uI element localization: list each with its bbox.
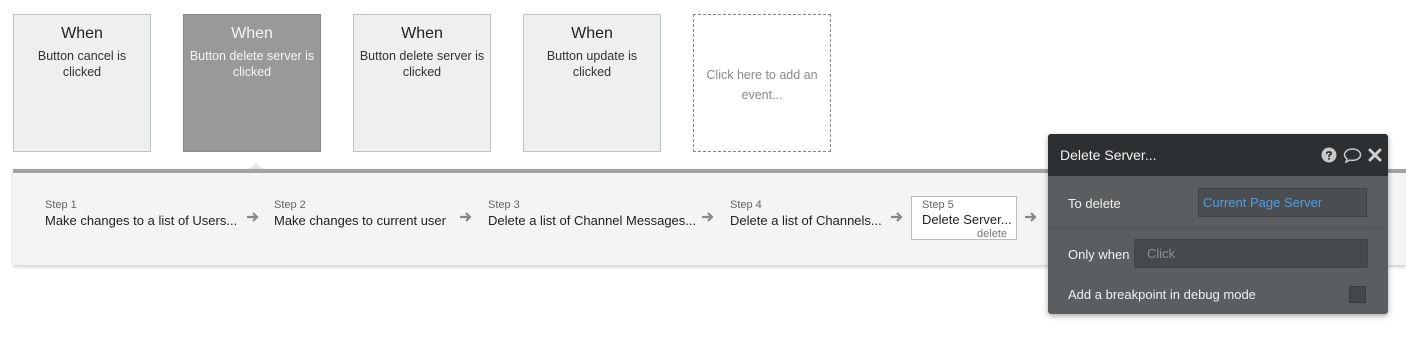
event-when-label: When [61, 25, 103, 42]
arrow-right-icon [1025, 212, 1037, 222]
divider [1048, 228, 1388, 229]
event-description: Button cancel is clicked [37, 49, 127, 79]
event-when-label: When [571, 25, 613, 42]
add-event-button[interactable]: Click here to add an event... [693, 14, 831, 152]
event-card-delete-server[interactable]: When Button delete server is clicked [353, 14, 491, 152]
step-2[interactable]: Step 2 Make changes to current user [274, 199, 446, 228]
breakpoint-checkbox[interactable] [1349, 286, 1366, 303]
event-description: Button update is clicked [546, 49, 638, 79]
step-action-tag: delete [977, 228, 1007, 240]
step-number: Step 1 [45, 199, 77, 211]
step-number: Step 3 [488, 199, 520, 211]
step-number: Step 2 [274, 199, 306, 211]
to-delete-label: To delete [1068, 196, 1121, 211]
arrow-right-icon [247, 212, 259, 222]
event-card-cancel[interactable]: When Button cancel is clicked [13, 14, 151, 152]
event-when-label: When [401, 25, 443, 42]
comment-icon[interactable] [1343, 147, 1362, 163]
step-1[interactable]: Step 1 Make changes to a list of Users..… [45, 199, 237, 228]
step-name: Make changes to current user [274, 213, 446, 228]
step-4[interactable]: Step 4 Delete a list of Channels... [730, 199, 882, 228]
panel-header: Delete Server... [1048, 134, 1388, 176]
breakpoint-label: Add a breakpoint in debug mode [1068, 287, 1256, 302]
step-number: Step 5 [922, 199, 954, 211]
event-description: Button delete server is clicked [359, 49, 485, 79]
event-when-label: When [231, 25, 273, 42]
add-event-label: Click here to add an event... [706, 68, 818, 102]
event-description: Button delete server is clicked [189, 49, 315, 79]
step-name: Delete a list of Channel Messages... [488, 213, 697, 228]
to-delete-field[interactable]: Current Page Server [1198, 188, 1367, 217]
step-name: Delete a list of Channels... [730, 213, 882, 228]
arrow-right-icon [460, 212, 472, 222]
to-delete-value: Current Page Server [1203, 195, 1323, 210]
close-icon[interactable] [1368, 148, 1382, 162]
step-properties-panel: Delete Server... To delete Current Page … [1048, 134, 1388, 314]
event-card-delete-server-selected[interactable]: When Button delete server is clicked [183, 14, 321, 152]
step-3[interactable]: Step 3 Delete a list of Channel Messages… [488, 199, 696, 228]
step-5-selected[interactable]: Step 5 Delete Server... delete [911, 196, 1017, 240]
only-when-field[interactable]: Click [1134, 239, 1368, 268]
only-when-placeholder: Click [1147, 246, 1176, 261]
panel-title: Delete Server... [1060, 147, 1157, 163]
step-name: Make changes to a list of Users... [45, 213, 238, 228]
arrow-right-icon [702, 212, 714, 222]
step-name: Delete Server... [922, 212, 1012, 227]
step-number: Step 4 [730, 199, 762, 211]
help-icon[interactable] [1321, 147, 1337, 163]
only-when-label: Only when [1068, 247, 1130, 262]
event-card-update[interactable]: When Button update is clicked [523, 14, 661, 152]
arrow-right-icon [891, 212, 903, 222]
